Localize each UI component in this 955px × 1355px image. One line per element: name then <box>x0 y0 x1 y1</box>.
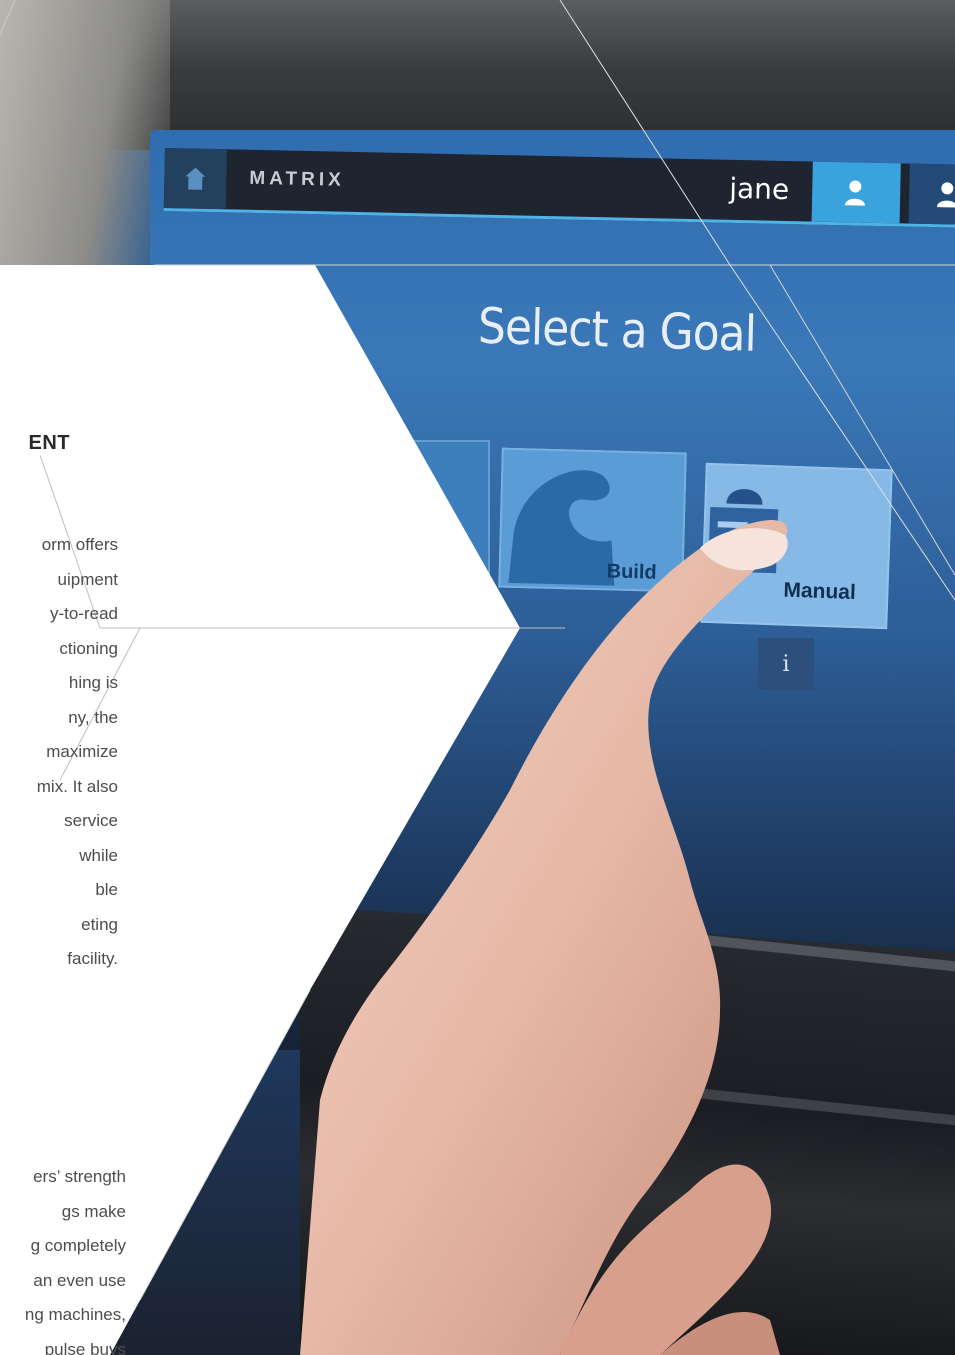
text-line: ng machines, <box>24 1305 126 1324</box>
text-line: orm offers <box>41 535 118 554</box>
text-line: service <box>64 811 118 830</box>
text-line: hing is <box>68 673 118 692</box>
text-line: ble <box>95 880 118 899</box>
text-line: g completely <box>30 1236 126 1255</box>
text-line: maximize <box>46 742 118 761</box>
text-line: while <box>79 845 118 865</box>
text-line: facility. <box>67 949 118 968</box>
text-line: ny, the <box>68 707 118 727</box>
text-line: an even use <box>33 1270 126 1290</box>
text-line: pulse buys <box>44 1339 126 1355</box>
text-line: y-to-read <box>49 604 118 623</box>
body-paragraph-2: ers’ strength gs make g completely an ev… <box>0 1160 126 1355</box>
text-line: eting <box>81 914 118 934</box>
text-line: ers’ strength <box>33 1167 126 1186</box>
body-paragraph-1: orm offers uipment y-to-read ctioning hi… <box>0 528 118 977</box>
hand-image <box>300 520 788 1355</box>
text-line: gs make <box>61 1201 126 1221</box>
text-line: uipment <box>57 569 118 589</box>
section-heading: ENT <box>28 432 70 454</box>
text-line: mix. It also <box>36 776 118 796</box>
page: MATRIX jane Select a Goal Build Manual i… <box>0 0 955 1355</box>
text-line: ctioning <box>59 638 118 658</box>
